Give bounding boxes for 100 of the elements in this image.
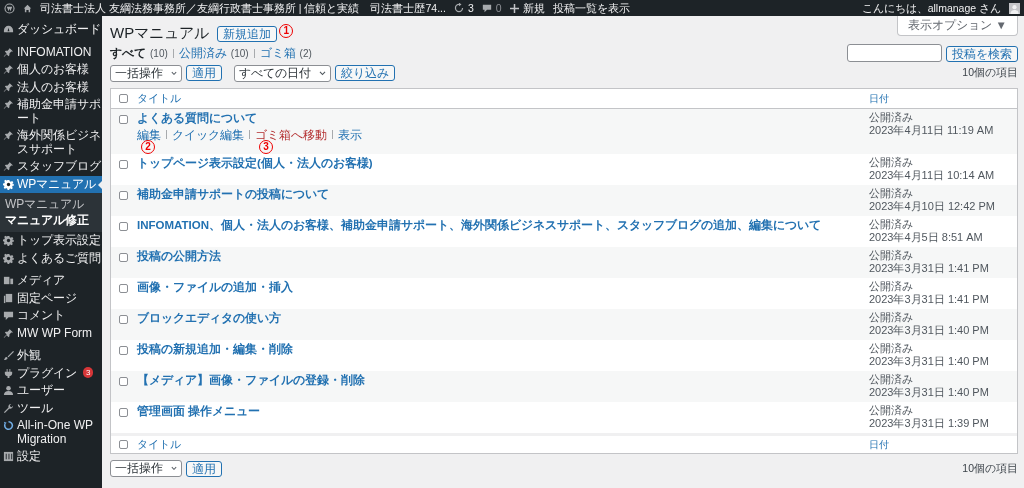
view-filter-link[interactable]: すべて [110,44,146,62]
search-button[interactable]: 投稿を検索 [946,46,1018,62]
view-filter-link[interactable]: 公開済み [178,44,227,62]
checkbox[interactable] [119,346,128,355]
post-status: 公開済み [869,249,914,262]
sidebar-item[interactable]: プラグイン 3 [0,364,102,382]
view-posts-link[interactable]: 投稿一覧を表示 [552,0,630,16]
sidebar-item[interactable]: 個人のお客様 [0,61,102,79]
checkbox[interactable] [119,160,128,169]
row-action-link[interactable]: クイック編集 [172,127,244,142]
circular-arrows-icon [3,420,14,431]
post-status: 公開済み [869,373,914,386]
apply-button[interactable]: 適用 [186,65,222,81]
checkbox[interactable] [119,408,128,417]
post-title-link[interactable]: 管理画面 操作メニュー [137,404,261,419]
sidebar-item[interactable]: スタッフブログ [0,158,102,176]
post-status: 公開済み [869,156,914,169]
post-title-link[interactable]: トップページ表示設定(個人・法人のお客様) [137,156,373,171]
brush-icon [3,350,14,361]
column-header[interactable]: 日付 [869,93,889,104]
pin-icon [3,46,14,58]
avatar-icon [1009,2,1020,14]
sidebar-item[interactable]: 法人のお客様 [0,78,102,96]
row-action-link[interactable]: ゴミ箱へ移動 [255,127,327,142]
post-title-link[interactable]: INFOMATION、個人・法人のお客様、補助金申請サポート、海外関係ビジネスサポート、スタッフブログの追加、編集について [137,218,821,233]
media-icon [3,275,14,286]
row-action-link[interactable]: 編集 [137,127,161,142]
sidebar-item[interactable]: 外観 [0,347,102,365]
greeting-link[interactable]: こんにちは、allmanage さん [861,0,1001,16]
sidebar-item[interactable]: INFOMATION [0,43,102,61]
post-date: 2023年4月5日 8:51 AM [869,231,984,244]
post-title-link[interactable]: よくある質問について [137,111,257,126]
view-count: (10) [150,46,168,61]
sidebar-item[interactable]: トップ表示設定 [0,232,102,250]
column-header[interactable]: タイトル [137,91,181,104]
checkbox[interactable] [119,115,128,124]
sidebar-item[interactable]: 海外関係ビジネスサポート [0,127,102,158]
post-date: 2023年3月31日 1:41 PM [869,262,990,275]
sidebar-item[interactable]: 設定 [0,448,102,466]
sidebar-item[interactable]: All-in-One WP Migration [0,417,102,448]
post-title-link[interactable]: 補助金申請サポートの投稿について [137,187,329,202]
sidebar-item[interactable]: 固定ページ [0,289,102,307]
filter-button[interactable]: 絞り込み [335,65,395,81]
dropdown[interactable]: 一括操作 [110,460,182,477]
chevron-down-icon [171,69,177,77]
checkbox[interactable] [119,440,128,449]
post-title-link[interactable]: 【メディア】画像・ファイルの登録・削除 [137,373,365,388]
post-date: 2023年3月31日 1:41 PM [869,293,990,306]
sidebar-item[interactable]: ダッシュボード [0,21,102,39]
new-link[interactable]: 新規 [522,0,545,16]
items-count: 10個の項目 [962,460,1018,476]
sidebar-item[interactable]: よくあるご質問 [0,249,102,267]
update-badge: 3 [83,366,94,378]
sidebar-item[interactable]: WPマニュアル [0,175,102,193]
sidebar-item[interactable]: コメント [0,307,102,325]
sidebar-item[interactable]: メディア [0,272,102,290]
pin-icon [3,81,14,93]
dropdown[interactable]: 一括操作 [110,64,182,82]
gear-icon [3,235,14,246]
post-status: 公開済み [869,404,914,417]
wrench-icon [3,402,14,414]
post-title-link[interactable]: 画像・ファイルの追加・挿入 [137,280,293,295]
checkbox[interactable] [119,222,128,231]
items-count: 10個の項目 [962,65,1018,81]
checkbox[interactable] [119,191,128,200]
search-field[interactable] [847,44,942,62]
post-title-link[interactable]: 投稿の新規追加・編集・削除 [137,342,293,357]
sidebar-item[interactable]: 補助金申請サポート [0,96,102,127]
post-status: 公開済み [869,342,914,355]
apply-button[interactable]: 適用 [186,460,222,477]
checkbox[interactable] [119,377,128,386]
sidebar-item[interactable]: ユーザー [0,382,102,400]
site-title-link[interactable]: 司法書士法人 友綱法務事務所／友綱行政書士事務所 | 信頼と実績 司法書士歴74... [40,0,446,16]
post-title-link[interactable]: 投稿の公開方法 [137,249,221,264]
column-header[interactable]: 日付 [869,439,889,450]
post-title-link[interactable]: ブロックエディタの使い方 [137,311,281,326]
view-filter-link[interactable]: ゴミ箱 [259,44,296,62]
comment-icon [3,310,14,321]
dropdown[interactable]: すべての日付 [234,64,331,82]
dashboard-icon [3,24,14,35]
column-header[interactable]: タイトル [137,437,181,450]
sidebar-item[interactable]: ツール [0,399,102,417]
checkbox[interactable] [119,253,128,262]
page-icon [3,292,14,304]
checkbox[interactable] [119,94,128,103]
checkbox[interactable] [119,315,128,324]
post-status: 公開済み [869,111,914,124]
post-date: 2023年3月31日 1:40 PM [869,355,990,368]
post-date: 2023年3月31日 1:40 PM [869,324,990,337]
pin-icon [3,99,14,110]
comments-count[interactable]: 0 [495,0,502,16]
sidebar-item[interactable]: MW WP Form [0,324,102,342]
updates-count[interactable]: 3 [467,0,474,16]
row-action-link[interactable]: 表示 [338,127,362,142]
add-new-button[interactable]: 新規追加 [217,25,278,42]
checkbox[interactable] [119,284,128,293]
screen-options-button[interactable]: 表示オプション ▼ [897,16,1018,37]
submenu-item[interactable]: WPマニュアル [0,196,102,213]
chevron-down-icon [171,465,177,472]
submenu-item[interactable]: マニュアル修正 [0,212,102,229]
